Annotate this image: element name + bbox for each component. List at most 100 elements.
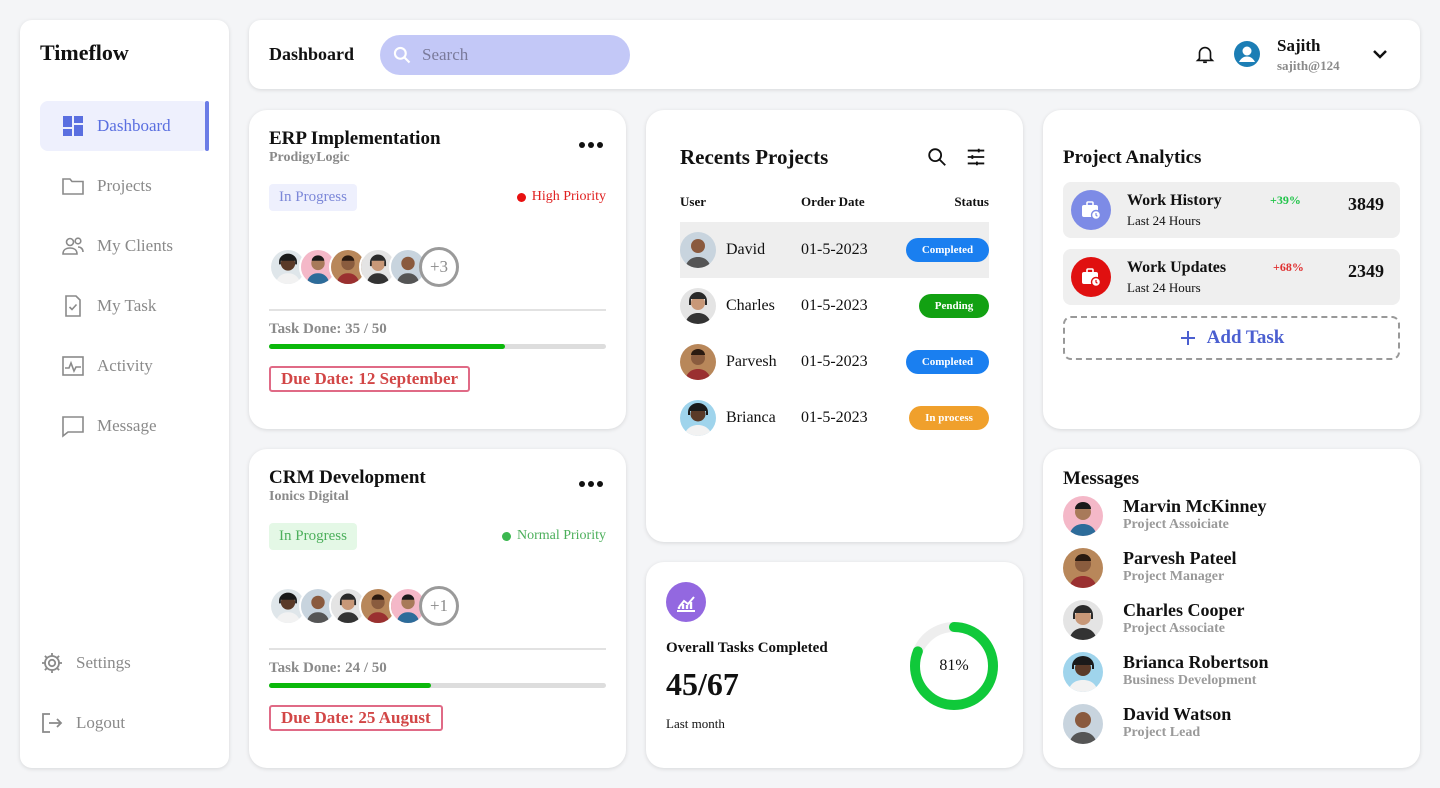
analytics-item-name: Work Updates <box>1127 259 1227 276</box>
message-item[interactable]: Marvin McKinney Project Assoiciate <box>1063 496 1393 540</box>
row-user: Parvesh <box>726 353 777 370</box>
sidebar-item-projects[interactable]: Projects <box>40 161 209 211</box>
due-date-badge: Due Date: 12 September <box>269 366 471 392</box>
message-sender-name: Marvin McKinney <box>1123 496 1267 516</box>
settings-button[interactable]: Settings <box>40 651 131 675</box>
more-members-badge[interactable]: +1 <box>419 586 459 626</box>
priority-label: High Priority <box>516 189 606 205</box>
analytics-item-value: 2349 <box>1348 261 1384 281</box>
briefcase-clock-icon <box>1071 190 1111 230</box>
message-icon <box>62 416 84 438</box>
progress-fill <box>269 344 505 349</box>
overall-subtitle: Last month <box>666 716 725 731</box>
sidebar-item-my-clients[interactable]: My Clients <box>40 221 209 271</box>
add-task-label: Add Task <box>1206 327 1285 348</box>
priority-text: High Priority <box>531 189 606 204</box>
activity-chart-icon <box>62 356 84 376</box>
message-item[interactable]: Charles Cooper Project Associate <box>1063 600 1393 644</box>
divider <box>269 309 606 311</box>
sidebar-item-label: Activity <box>97 356 153 375</box>
overall-tasks-card: Overall Tasks Completed 45/67 Last month… <box>646 562 1023 768</box>
sidebar-item-label: My Task <box>97 296 157 315</box>
search-icon <box>393 46 411 64</box>
column-header-date: Order Date <box>801 194 865 209</box>
analytics-item-subtitle: Last 24 Hours <box>1127 280 1201 295</box>
project-title: ERP Implementation <box>269 128 441 149</box>
user-name: Sajith <box>1277 36 1321 55</box>
search-icon[interactable] <box>926 146 948 168</box>
chart-trend-icon <box>666 582 706 622</box>
avatar <box>680 344 716 380</box>
status-badge: In Progress <box>269 523 357 550</box>
message-sender-role: Project Associate <box>1123 621 1225 636</box>
message-item[interactable]: Parvesh Pateel Project Manager <box>1063 548 1393 592</box>
folder-icon <box>62 178 84 195</box>
analytics-item-change: +39% <box>1270 193 1301 207</box>
analytics-item[interactable]: Work History Last 24 Hours +39% 3849 <box>1063 182 1400 238</box>
message-sender-name: David Watson <box>1123 704 1232 724</box>
row-user: Brianca <box>726 409 776 426</box>
sidebar-item-message[interactable]: Message <box>40 401 209 451</box>
status-badge: Pending <box>919 294 989 318</box>
search-input[interactable] <box>422 45 602 65</box>
bell-icon[interactable] <box>1194 43 1216 65</box>
row-date: 01-5-2023 <box>801 409 868 426</box>
more-options-icon[interactable] <box>579 481 603 487</box>
dashboard-grid-icon <box>63 116 83 136</box>
priority-text: Normal Priority <box>516 528 606 543</box>
sidebar-item-dashboard[interactable]: Dashboard <box>40 101 209 151</box>
overall-label: Overall Tasks Completed <box>666 640 828 656</box>
task-check-icon <box>65 295 81 317</box>
message-sender-name: Charles Cooper <box>1123 600 1245 620</box>
message-sender-role: Project Lead <box>1123 725 1201 740</box>
more-options-icon[interactable] <box>579 142 603 148</box>
user-avatar-icon[interactable] <box>1234 41 1260 67</box>
avatar <box>680 400 716 436</box>
filter-sliders-icon[interactable] <box>965 146 987 168</box>
more-members-badge[interactable]: +3 <box>419 247 459 287</box>
search-box[interactable] <box>380 35 630 75</box>
logout-button[interactable]: Logout <box>40 711 125 735</box>
row-date: 01-5-2023 <box>801 297 868 314</box>
add-task-button[interactable]: Add Task <box>1063 316 1400 360</box>
plus-icon <box>1180 331 1195 345</box>
gear-icon <box>42 653 62 673</box>
table-row[interactable]: David 01-5-2023 Completed <box>680 222 989 278</box>
table-row[interactable]: Brianca 01-5-2023 In process <box>680 390 989 446</box>
team-avatars: +1 <box>269 586 459 626</box>
briefcase-update-icon <box>1071 257 1111 297</box>
message-item[interactable]: Brianca Robertson Business Development <box>1063 652 1393 696</box>
sidebar-item-my-task[interactable]: My Task <box>40 281 209 331</box>
sidebar-item-label: My Clients <box>97 236 174 255</box>
logout-label: Logout <box>76 713 126 732</box>
page-title: Dashboard <box>269 44 355 64</box>
status-badge: In process <box>909 406 989 430</box>
users-icon <box>62 237 84 255</box>
sidebar-item-label: Message <box>97 416 157 435</box>
settings-label: Settings <box>76 653 131 672</box>
table-row[interactable]: Parvesh 01-5-2023 Completed <box>680 334 989 390</box>
recent-projects-title: Recents Projects <box>680 145 829 169</box>
top-header: Dashboard Sajith sajith@124 <box>249 20 1420 89</box>
avatar <box>680 232 716 268</box>
sidebar-item-activity[interactable]: Activity <box>40 341 209 391</box>
progress-percent: 81% <box>939 657 969 674</box>
project-card: CRM Development Ionics Digital In Progre… <box>249 449 626 768</box>
messages-title: Messages <box>1063 468 1139 489</box>
team-avatars: +3 <box>269 247 459 287</box>
avatar <box>1063 704 1103 744</box>
project-title: CRM Development <box>269 467 426 488</box>
avatar <box>1063 652 1103 692</box>
overall-value: 45/67 <box>666 666 739 702</box>
chevron-down-icon[interactable] <box>1370 44 1390 64</box>
avatar <box>1063 548 1103 588</box>
analytics-item-value: 3849 <box>1348 194 1384 214</box>
row-date: 01-5-2023 <box>801 353 868 370</box>
project-card: ERP Implementation ProdigyLogic In Progr… <box>249 110 626 429</box>
task-done-label: Task Done: 24 / 50 <box>269 660 387 676</box>
message-item[interactable]: David Watson Project Lead <box>1063 704 1393 748</box>
row-user: David <box>726 241 766 258</box>
analytics-item[interactable]: Work Updates Last 24 Hours +68% 2349 <box>1063 249 1400 305</box>
table-row[interactable]: Charles 01-5-2023 Pending <box>680 278 989 334</box>
row-user: Charles <box>726 297 775 314</box>
